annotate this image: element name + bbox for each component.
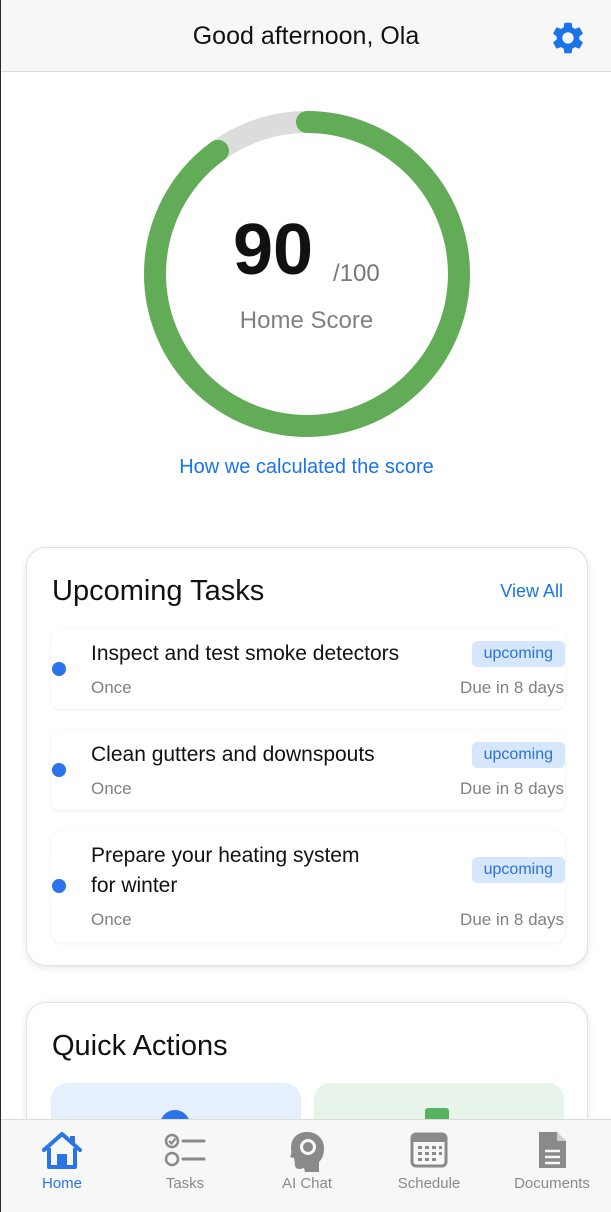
- task-status-dot: [52, 662, 66, 676]
- tab-label: AI Chat: [281, 1175, 333, 1192]
- greeting-title: Good afternoon, Ola: [192, 22, 420, 50]
- top-header: Good afternoon, Ola: [1, 0, 611, 72]
- task-title: Inspect and test smoke detectors: [91, 642, 400, 665]
- tab-label: Home: [41, 1175, 82, 1192]
- tab-label: Tasks: [165, 1175, 205, 1192]
- score-explanation-link[interactable]: How we calculated the score: [1, 456, 611, 479]
- tab-documents[interactable]: Documents: [506, 1120, 598, 1212]
- task-item[interactable]: Clean gutters and downspouts upcoming On…: [51, 730, 565, 810]
- view-all-link[interactable]: View All: [500, 581, 563, 602]
- task-status-dot: [52, 763, 66, 777]
- upcoming-tasks-card: Upcoming Tasks View All Inspect and test…: [26, 547, 588, 966]
- tab-ai-chat[interactable]: AI Chat: [265, 1120, 349, 1212]
- score-max: /100: [333, 260, 380, 287]
- task-title: Prepare your heating system: [91, 844, 360, 867]
- bottom-tab-bar: Home Tasks AI Chat Schedule Documents: [1, 1119, 611, 1212]
- task-due: Due in 8 days: [460, 910, 564, 929]
- task-item[interactable]: Prepare your heating system for winter u…: [51, 831, 565, 942]
- tab-label: Schedule: [397, 1175, 461, 1192]
- tab-tasks[interactable]: Tasks: [143, 1120, 227, 1212]
- score-label: Home Score: [239, 307, 374, 334]
- gear-icon[interactable]: [549, 19, 587, 57]
- task-item[interactable]: Inspect and test smoke detectors upcomin…: [51, 629, 565, 709]
- task-due: Due in 8 days: [460, 779, 564, 798]
- task-frequency: Once: [91, 910, 132, 929]
- tab-label: Documents: [514, 1175, 590, 1192]
- tab-home[interactable]: Home: [21, 1120, 103, 1212]
- status-badge: upcoming: [471, 641, 565, 667]
- task-due: Due in 8 days: [460, 678, 564, 697]
- home-icon: [40, 1130, 84, 1175]
- score-value: 90: [233, 210, 314, 290]
- upcoming-tasks-title: Upcoming Tasks: [52, 575, 265, 607]
- quick-actions-title: Quick Actions: [52, 1030, 228, 1062]
- task-title-line-2: for winter: [91, 874, 178, 897]
- status-badge: upcoming: [471, 857, 565, 883]
- task-title: Clean gutters and downspouts: [91, 743, 375, 766]
- status-badge: upcoming: [471, 742, 565, 768]
- brain-icon: [287, 1130, 327, 1177]
- task-frequency: Once: [91, 678, 132, 697]
- task-status-dot: [52, 879, 66, 893]
- document-icon: [536, 1130, 568, 1175]
- tab-schedule[interactable]: Schedule: [387, 1120, 471, 1212]
- task-frequency: Once: [91, 779, 132, 798]
- calendar-icon: [410, 1130, 448, 1173]
- tasks-icon: [164, 1130, 206, 1175]
